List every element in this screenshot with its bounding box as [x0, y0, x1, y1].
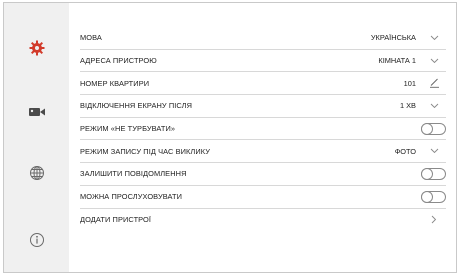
apartment-number-row[interactable]: НОМЕР КВАРТИРИ 101 — [80, 72, 446, 96]
chevron-down-icon[interactable] — [422, 99, 446, 113]
info-icon — [29, 232, 45, 253]
add-devices-label: ДОДАТИ ПРИСТРОЇ — [80, 215, 152, 225]
can-monitor-row: МОЖНА ПРОСЛУХОВУВАТИ — [80, 186, 446, 209]
chevron-down-icon[interactable] — [422, 144, 446, 158]
settings-list: МОВА УКРАЇНСЬКА АДРЕСА ПРИСТРОЮ КІМНАТА … — [69, 3, 456, 272]
screen-off-label: ВІДКЛЮЧЕННЯ ЕКРАНУ ПІСЛЯ — [80, 101, 193, 111]
leave-message-label: ЗАЛИШИТИ ПОВІДОМЛЕННЯ — [80, 169, 187, 179]
record-mode-row[interactable]: РЕЖИМ ЗАПИСУ ПІД ЧАС ВИКЛИКУ ФОТО — [80, 140, 446, 164]
chevron-down-icon[interactable] — [422, 54, 446, 68]
do-not-disturb-row: РЕЖИМ «НЕ ТУРБУВАТИ» — [80, 118, 446, 141]
apartment-number-label: НОМЕР КВАРТИРИ — [80, 78, 150, 88]
add-devices-row[interactable]: ДОДАТИ ПРИСТРОЇ — [80, 209, 446, 232]
can-monitor-toggle[interactable] — [421, 190, 446, 203]
apartment-number-value: 101 — [403, 78, 416, 88]
globe-icon — [29, 165, 45, 186]
leave-message-toggle[interactable] — [421, 167, 446, 180]
language-label: МОВА — [80, 33, 102, 43]
pencil-edit-icon[interactable] — [422, 76, 446, 90]
language-value: УКРАЇНСЬКА — [370, 33, 416, 43]
chevron-down-icon[interactable] — [422, 31, 446, 45]
leave-message-row: ЗАЛИШИТИ ПОВІДОМЛЕННЯ — [80, 163, 446, 186]
device-address-value: КІМНАТА 1 — [378, 56, 416, 66]
record-mode-value: ФОТО — [394, 146, 416, 156]
device-address-row[interactable]: АДРЕСА ПРИСТРОЮ КІМНАТА 1 — [80, 50, 446, 73]
can-monitor-label: МОЖНА ПРОСЛУХОВУВАТИ — [80, 192, 183, 202]
sidebar — [4, 3, 69, 272]
screen-off-row[interactable]: ВІДКЛЮЧЕННЯ ЕКРАНУ ПІСЛЯ 1 ХВ — [80, 95, 446, 118]
sidebar-item-network[interactable] — [4, 155, 69, 195]
device-address-label: АДРЕСА ПРИСТРОЮ — [80, 56, 157, 66]
sidebar-item-video[interactable] — [4, 94, 69, 134]
record-mode-label: РЕЖИМ ЗАПИСУ ПІД ЧАС ВИКЛИКУ — [80, 146, 211, 156]
sidebar-item-settings[interactable] — [4, 30, 69, 70]
screen-off-value: 1 ХВ — [399, 101, 416, 111]
toggle-knob — [421, 122, 433, 135]
do-not-disturb-label: РЕЖИМ «НЕ ТУРБУВАТИ» — [80, 124, 176, 134]
sidebar-item-info[interactable] — [4, 222, 69, 262]
gear-icon — [29, 40, 45, 61]
video-camera-icon — [28, 105, 46, 123]
settings-window: МОВА УКРАЇНСЬКА АДРЕСА ПРИСТРОЮ КІМНАТА … — [3, 2, 457, 273]
toggle-knob — [421, 167, 433, 180]
toggle-knob — [421, 190, 433, 203]
language-row[interactable]: МОВА УКРАЇНСЬКА — [80, 27, 446, 50]
chevron-right-icon[interactable] — [422, 213, 446, 227]
do-not-disturb-toggle[interactable] — [421, 122, 446, 135]
